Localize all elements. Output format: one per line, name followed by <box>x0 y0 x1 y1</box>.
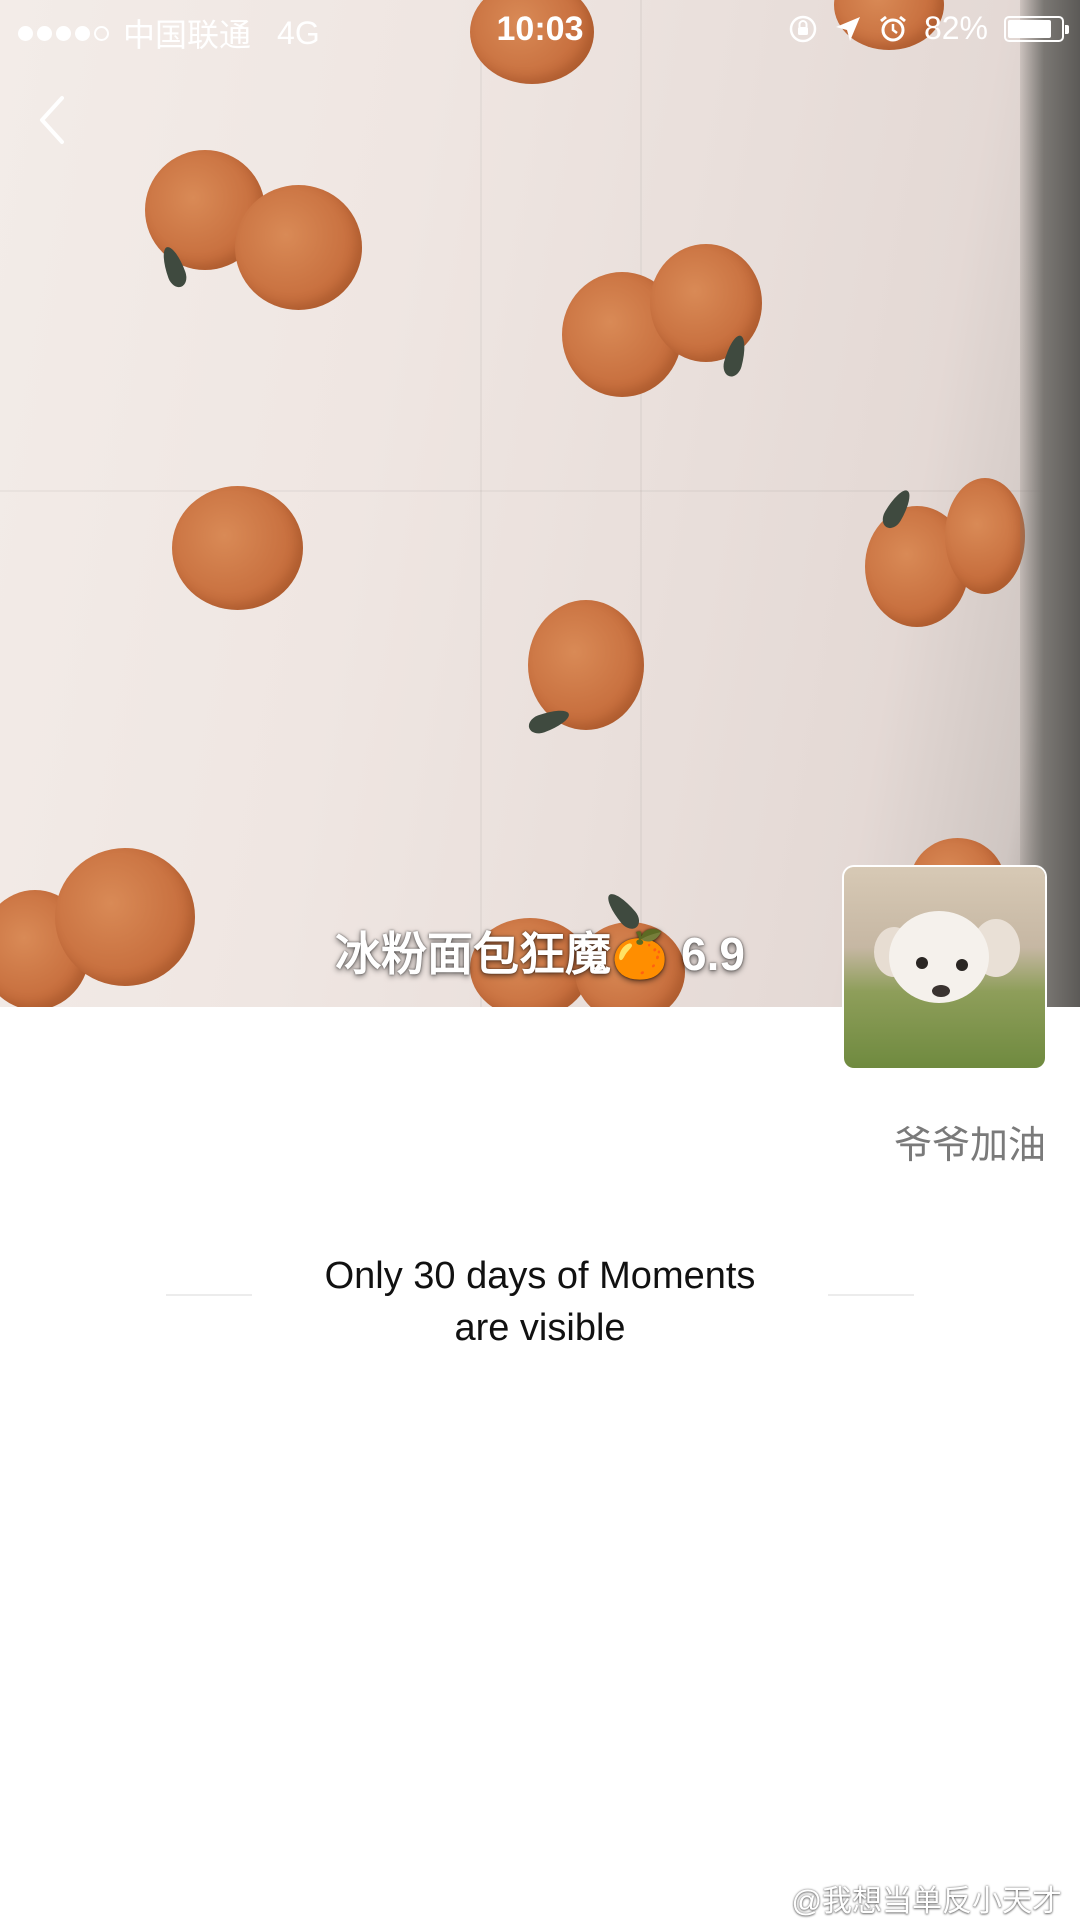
battery-percent: 82% <box>923 10 988 46</box>
orange-print <box>528 600 644 730</box>
orange-print <box>945 478 1025 594</box>
weibo-logo-icon <box>746 1885 781 1913</box>
profile-signature: 爷爷加油 <box>893 1125 1046 1167</box>
watermark: @我想当单反小天才 <box>746 1876 1062 1920</box>
status-bar: 中国联通 4G 10:03 82% <box>0 0 1080 62</box>
chevron-left-icon <box>40 96 64 144</box>
fabric-fold <box>0 490 1080 492</box>
location-arrow-icon <box>835 16 860 41</box>
moments-note-line-1: Only 30 days of Moments <box>324 1255 756 1297</box>
moments-visibility-note: Only 30 days of Moments are visible <box>0 1250 1080 1354</box>
battery-icon <box>1004 15 1069 42</box>
watermark-text: @我想当单反小天才 <box>791 1885 1062 1918</box>
profile-avatar[interactable] <box>844 867 1045 1068</box>
window-frame <box>1020 0 1080 1007</box>
back-button[interactable] <box>34 90 94 150</box>
moments-note-line-2: are visible <box>454 1307 626 1349</box>
alarm-icon <box>880 15 906 41</box>
orange-print <box>172 486 303 610</box>
fabric-fold <box>480 0 482 1007</box>
orange-print <box>235 185 362 310</box>
rotation-lock-icon <box>789 15 817 42</box>
orange-print <box>650 244 762 362</box>
cover-photo[interactable] <box>0 0 1080 1007</box>
fabric-fold <box>640 0 642 1007</box>
